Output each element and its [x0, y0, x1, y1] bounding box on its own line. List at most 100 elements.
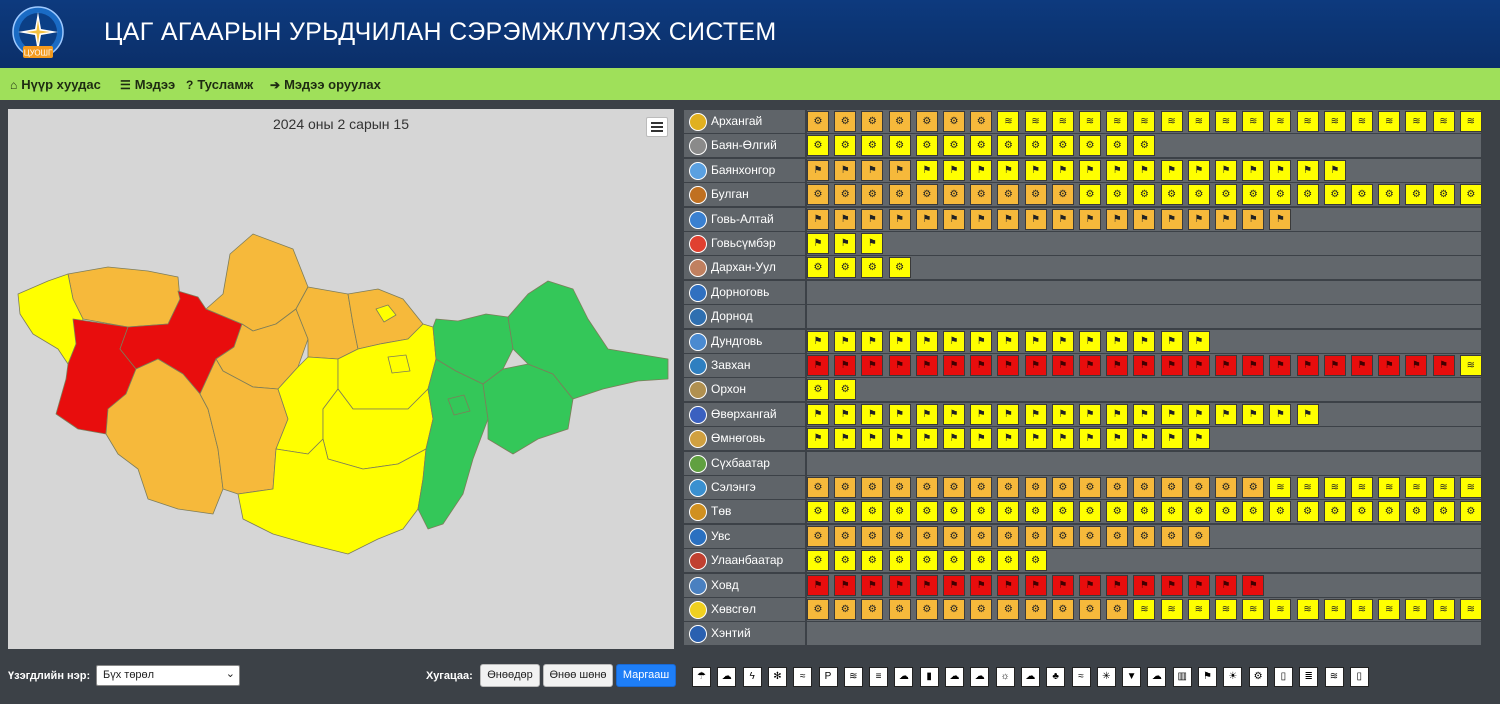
sleet-icon[interactable]: ☁ — [894, 667, 914, 687]
dust-storm-icon[interactable]: ⚙ — [943, 184, 965, 206]
aimag-label[interactable]: Дорноговь — [684, 280, 805, 304]
windsock-icon[interactable]: ⚑ — [970, 208, 993, 230]
blowing-snow-icon[interactable]: ≋ — [1323, 111, 1346, 132]
windsock-icon[interactable]: ⚑ — [1351, 355, 1373, 376]
dust-storm-icon[interactable]: ⚙ — [1079, 184, 1101, 206]
windsock-icon[interactable]: ⚑ — [1079, 574, 1101, 596]
dust-storm-icon[interactable]: ⚙ — [1269, 501, 1292, 523]
windsock-icon[interactable]: ⚑ — [1024, 330, 1047, 352]
tonight-button[interactable]: Өнөө шөнө — [543, 664, 613, 687]
blowing-snow-icon[interactable]: ≋ — [1296, 111, 1319, 132]
blowing-snow-icon[interactable]: ≋ — [1459, 355, 1482, 376]
blowing-snow-icon[interactable]: ≋ — [1215, 111, 1237, 132]
dust-cloud-icon[interactable]: ☁ — [1147, 667, 1167, 687]
windsock-icon[interactable]: ⚑ — [807, 159, 829, 181]
blowing-snow-icon[interactable]: ≋ — [1079, 111, 1101, 132]
dust-storm-icon[interactable]: ⚙ — [1296, 184, 1319, 206]
dust-storm-icon[interactable]: ⚙ — [861, 477, 884, 498]
blowing-snow-icon[interactable]: ≋ — [1296, 599, 1319, 620]
blowing-snow-icon[interactable]: ≋ — [1351, 111, 1373, 132]
windsock-icon[interactable]: ⚑ — [1133, 574, 1156, 596]
dust-storm-icon[interactable]: ⚙ — [997, 184, 1020, 206]
windsock-icon[interactable]: ⚑ — [1133, 208, 1156, 230]
thermometer-sun-icon[interactable]: ☀ — [1223, 667, 1243, 687]
dust-storm-icon[interactable]: ⚙ — [997, 501, 1020, 523]
dust-storm-icon[interactable]: ⚙ — [997, 525, 1020, 547]
dust-storm-icon[interactable]: ⚙ — [1106, 525, 1129, 547]
dust-storm-icon[interactable]: ⚙ — [915, 501, 938, 523]
windsock-icon[interactable]: ⚑ — [861, 574, 884, 596]
dust-storm-icon[interactable]: ⚙ — [807, 135, 829, 157]
windsock-icon[interactable]: ⚑ — [1024, 428, 1047, 450]
dust-storm-icon[interactable]: ⚙ — [1051, 184, 1074, 206]
dust-storm-icon[interactable]: ⚙ — [1187, 184, 1210, 206]
dust-storm-icon[interactable]: ⚙ — [1323, 501, 1346, 523]
windsock-icon[interactable]: ⚑ — [1323, 159, 1346, 181]
dust-storm-icon[interactable]: ⚙ — [943, 525, 965, 547]
windsock-icon[interactable]: ⚑ — [1215, 208, 1237, 230]
windsock-icon[interactable]: ⚑ — [1160, 208, 1183, 230]
dust-storm-icon[interactable]: ⚙ — [888, 257, 911, 279]
windsock-icon[interactable]: ⚑ — [807, 330, 829, 352]
windsock-icon[interactable]: ⚑ — [1242, 208, 1265, 230]
dust-storm-icon[interactable]: ⚙ — [1133, 184, 1156, 206]
windsock-icon[interactable]: ⚑ — [915, 330, 938, 352]
blowing-snow-icon[interactable]: ≋ — [1242, 599, 1265, 620]
windsock-icon[interactable]: ⚑ — [915, 403, 938, 425]
today-button[interactable]: Өнөөдөр — [480, 664, 540, 687]
windsock-icon[interactable]: ⚑ — [943, 574, 965, 596]
windsock-icon[interactable]: ⚑ — [888, 208, 911, 230]
blowing-snow-icon[interactable]: ≋ — [1378, 599, 1401, 620]
blowing-snow-icon[interactable]: ≋ — [1024, 111, 1047, 132]
aimag-label[interactable]: Улаанбаатар — [684, 549, 805, 573]
dust-storm-icon[interactable]: ⚙ — [1378, 184, 1401, 206]
windsock-icon[interactable]: ⚑ — [1187, 355, 1210, 376]
windsock-icon[interactable]: ⚑ — [1378, 355, 1401, 376]
dust-storm-icon[interactable]: ⚙ — [834, 501, 857, 523]
windsock-icon[interactable]: ⚑ — [861, 330, 884, 352]
dust-storm-icon[interactable]: ⚙ — [943, 135, 965, 157]
blowing-snow-icon[interactable]: ≋ — [1405, 111, 1428, 132]
windsock-icon[interactable]: ⚑ — [807, 208, 829, 230]
windsock-icon[interactable]: ⚑ — [1133, 159, 1156, 181]
windsock-icon[interactable]: ⚑ — [1160, 428, 1183, 450]
dust-storm-icon[interactable]: ⚙ — [915, 135, 938, 157]
windsock-icon[interactable]: ⚑ — [1079, 330, 1101, 352]
windsock-icon[interactable]: ⚑ — [997, 428, 1020, 450]
aimag-label[interactable]: Хөвсгөл — [684, 598, 805, 621]
windsock-icon[interactable]: ⚑ — [834, 574, 857, 596]
windsock-icon[interactable]: ⚑ — [1296, 159, 1319, 181]
windsock-icon[interactable]: ⚑ — [1133, 403, 1156, 425]
dust-storm-icon[interactable]: ⚙ — [1133, 477, 1156, 498]
windsock-icon[interactable]: ⚑ — [997, 574, 1020, 596]
aimag-label[interactable]: Говь-Алтай — [684, 207, 805, 231]
dust-storm-icon[interactable]: ⚙ — [807, 111, 829, 132]
nav-home[interactable]: ⌂ Нүүр хуудас — [10, 77, 101, 92]
region-ulaanbaatar[interactable] — [387, 354, 411, 374]
dust-storm-icon[interactable]: ⚙ — [1051, 501, 1074, 523]
blowing-snow-icon[interactable]: ≋ — [1405, 477, 1428, 498]
dust-storm-icon[interactable]: ⚙ — [1024, 501, 1047, 523]
dust-storm-icon[interactable]: ⚙ — [807, 477, 829, 498]
dust-storm-icon[interactable]: ⚙ — [1024, 184, 1047, 206]
dust-storm-icon[interactable]: ⚙ — [807, 257, 829, 279]
dust-storm-icon[interactable]: ⚙ — [807, 501, 829, 523]
dust-storm-icon[interactable]: ⚙ — [888, 501, 911, 523]
dust-storm-icon[interactable]: ⚙ — [1242, 501, 1265, 523]
dust-storm-icon[interactable]: ⚙ — [861, 111, 884, 132]
windsock-icon[interactable]: ⚑ — [888, 428, 911, 450]
aimag-label[interactable]: Дундговь — [684, 329, 805, 353]
dust-storm-icon[interactable]: ⚙ — [1160, 501, 1183, 523]
aimag-label[interactable]: Төв — [684, 500, 805, 524]
windsock-icon[interactable]: ⚑ — [915, 208, 938, 230]
blowing-snow-icon[interactable]: ≈ — [793, 667, 813, 687]
thermometer-cold-icon[interactable]: ▯ — [1349, 667, 1369, 687]
windsock-icon[interactable]: ⚑ — [1242, 574, 1265, 596]
dust-storm-icon[interactable]: ⚙ — [1079, 477, 1101, 498]
windsock-icon[interactable]: ⚑ — [1160, 159, 1183, 181]
blowing-snow-icon[interactable]: ≋ — [1160, 111, 1183, 132]
tornado-icon[interactable]: ▼ — [1122, 667, 1142, 687]
dust-storm-icon[interactable]: ⚙ — [1432, 501, 1455, 523]
windsock-icon[interactable]: ⚑ — [807, 355, 829, 376]
blowing-snow-icon[interactable]: ≋ — [997, 111, 1020, 132]
